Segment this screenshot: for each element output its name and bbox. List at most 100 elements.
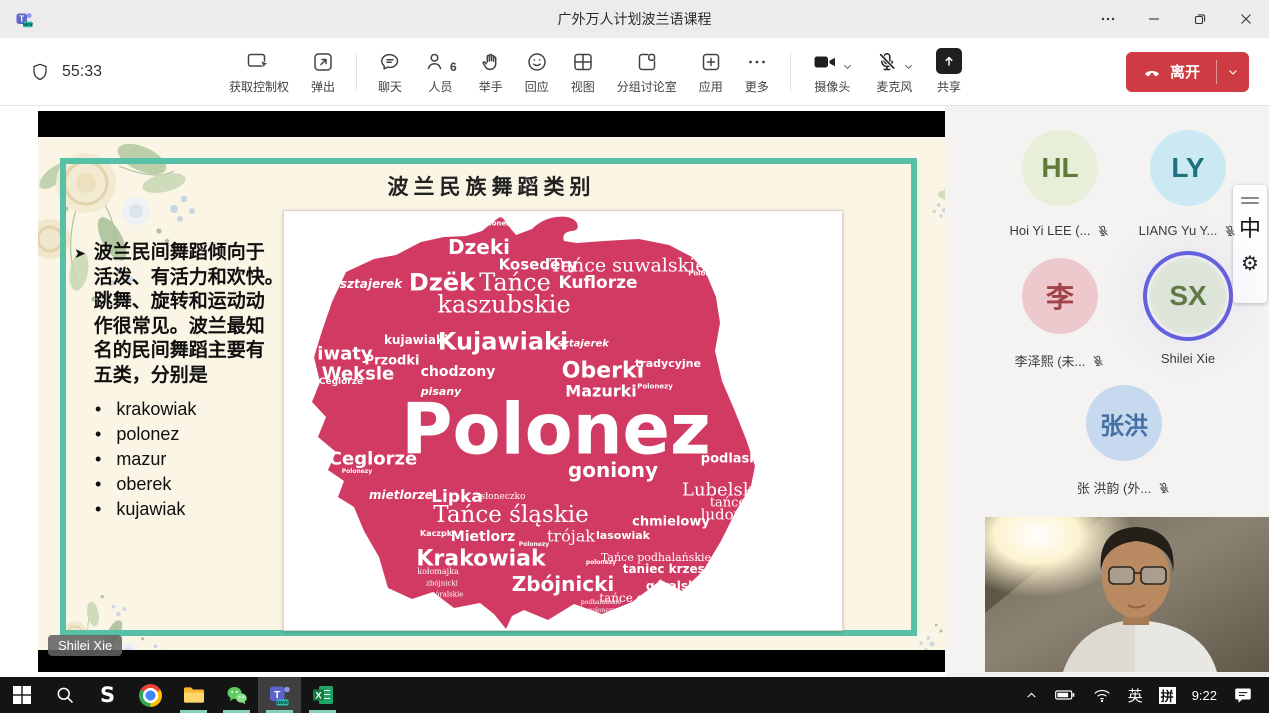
mic-muted-icon: [875, 50, 899, 74]
toolbar-buttons: 获取控制权 弹出 聊天 6人员举手 回应 视图 分组讨论室应用更多 摄像头麦克风 共享: [218, 43, 973, 100]
more-button[interactable]: 更多: [734, 43, 780, 100]
wordcloud-word: zbójnicki: [426, 579, 458, 587]
participant-tile[interactable]: SXShilei Xie: [1113, 258, 1263, 366]
taskbar-wechat-icon[interactable]: [215, 677, 258, 713]
participant-name: 张 洪韵 (外...: [1077, 478, 1151, 497]
grid-label: 视图: [571, 78, 595, 95]
wordcloud-word: Tańce śląskie: [433, 502, 588, 528]
meeting-timer: 55:33: [30, 61, 148, 83]
mic-muted-icon: [1091, 354, 1105, 368]
mic-muted-icon: [1157, 481, 1171, 495]
wordcloud-word: lasowiak: [596, 529, 651, 542]
paragraph-line: 跳舞、旋转和运动动: [94, 290, 284, 315]
restore-button[interactable]: [1177, 0, 1223, 38]
people-button[interactable]: 6人员: [413, 43, 468, 100]
mic-muted-button[interactable]: 麦克风: [864, 43, 925, 100]
leave-button[interactable]: 离开: [1126, 52, 1249, 92]
dance-bullet-item: polonez: [95, 422, 196, 447]
more-label: 更多: [745, 78, 769, 95]
wordcloud-word: Polonezy: [688, 269, 724, 277]
dance-bullet-item: krakowiak: [95, 397, 196, 422]
svg-text:NEW: NEW: [277, 700, 288, 705]
ime-mode-indicator[interactable]: 拼: [1159, 687, 1176, 704]
popout-icon: [311, 50, 335, 74]
presenter-name-chip: Shilei Xie: [48, 635, 122, 656]
taskbar-teams-icon[interactable]: TNEW: [258, 677, 301, 713]
smiley-button[interactable]: 回应: [514, 43, 560, 100]
apps-icon: [699, 50, 723, 74]
window-title: 广外万人计划波兰语课程: [0, 9, 1269, 29]
poland-wordcloud-box: PolonezyDzekiKosederyTańce suwalskieDzëk…: [283, 210, 843, 631]
titlebar-more-button[interactable]: [1085, 0, 1131, 38]
battery-icon[interactable]: [1054, 687, 1076, 703]
taskbar-s-app-icon[interactable]: S: [86, 677, 129, 713]
wordcloud-word: góralskie: [431, 590, 464, 598]
wordcloud-word: podhalańskie: [581, 599, 622, 606]
screen-control-button[interactable]: 获取控制权: [218, 43, 300, 100]
camera-options-chevron[interactable]: [842, 61, 853, 72]
chat-label: 聊天: [378, 78, 402, 95]
minimize-button[interactable]: [1131, 0, 1177, 38]
wordcloud-word: Ceglorze: [319, 377, 363, 387]
smiley-label: 回应: [525, 78, 549, 95]
avatar: 张洪: [1086, 385, 1162, 461]
taskbar-excel-icon[interactable]: X: [301, 677, 344, 713]
presentation-slide: 波兰民族舞蹈类别 ➤ 波兰民间舞蹈倾向于活泼、有活力和欢快。跳舞、旋转和运动动作…: [38, 137, 945, 650]
wordcloud-word: trójak: [547, 527, 595, 546]
mic-muted-options-chevron[interactable]: [903, 61, 914, 72]
hand-label: 举手: [479, 78, 503, 95]
meeting-toolbar: 55:33 获取控制权 弹出 聊天 6人员举手 回应 视图 分组讨论室应用更多 摄像头麦克风 共…: [0, 38, 1269, 106]
taskbar-clock[interactable]: 9:22: [1192, 688, 1217, 703]
self-video-tile[interactable]: [985, 517, 1269, 672]
grid-icon: [571, 50, 595, 74]
people-count-badge: 6: [450, 60, 457, 74]
leave-options-chevron[interactable]: [1217, 52, 1249, 92]
slide-paragraph: ➤ 波兰民间舞蹈倾向于活泼、有活力和欢快。跳舞、旋转和运动动作很常见。波兰最知名…: [74, 241, 284, 389]
participant-tile[interactable]: 张洪张 洪韵 (外...: [1049, 385, 1199, 497]
share-label: 共享: [937, 78, 961, 95]
wordcloud-word: Polonezy: [479, 219, 515, 227]
wordcloud-word: kaszubskie: [437, 290, 570, 318]
hand-button[interactable]: 举手: [468, 43, 514, 100]
chat-button[interactable]: 聊天: [367, 43, 413, 100]
popout-label: 弹出: [311, 78, 335, 95]
rooms-label: 分组讨论室: [617, 78, 677, 95]
share-button[interactable]: 共享: [925, 43, 973, 100]
wordcloud-word: Kaczpk: [420, 529, 453, 538]
poland-map: PolonezyDzekiKosederyTańce suwalskieDzëk…: [284, 211, 844, 632]
wordcloud-word: goniony: [568, 458, 658, 482]
camera-button[interactable]: 摄像头: [801, 43, 864, 100]
taskbar-search-icon[interactable]: [43, 677, 86, 713]
apps-button[interactable]: 应用: [688, 43, 734, 100]
rooms-icon: [635, 50, 659, 74]
share-icon: [936, 48, 962, 74]
timer-value: 55:33: [62, 63, 102, 81]
taskbar-explorer-icon[interactable]: [172, 677, 215, 713]
taskbar-start-icon[interactable]: [0, 677, 43, 713]
screen-control-label: 获取控制权: [229, 78, 289, 95]
camera-icon: [812, 50, 838, 74]
wifi-icon[interactable]: [1092, 687, 1112, 703]
wordcloud-word: Polonezy: [342, 468, 373, 475]
mic-muted-label: 麦克风: [876, 78, 912, 95]
paragraph-line: 波兰民间舞蹈倾向于: [94, 241, 284, 266]
notification-icon[interactable]: [1233, 686, 1253, 704]
smiley-icon: [525, 50, 549, 74]
paragraph-line: 五类，分别是: [94, 364, 284, 389]
close-button[interactable]: [1223, 0, 1269, 38]
wordcloud-word: Ceglorze: [329, 448, 417, 469]
popout-button[interactable]: 弹出: [300, 43, 346, 100]
paragraph-arrow-marker: ➤: [74, 245, 86, 389]
taskbar-apps: S TNEW X: [0, 677, 344, 713]
toolbar-separator: [790, 53, 791, 91]
rooms-button[interactable]: 分组讨论室: [606, 43, 688, 100]
wordcloud-word: chmielowy: [632, 515, 710, 530]
grid-button[interactable]: 视图: [560, 43, 606, 100]
svg-text:X: X: [315, 690, 322, 701]
wordcloud-word: sztajerek: [340, 277, 403, 291]
input-language-indicator[interactable]: 英: [1128, 685, 1143, 706]
slide-title: 波兰民族舞蹈类别: [38, 171, 945, 201]
participant-name: 李泽熙 (未...: [1015, 351, 1086, 370]
tray-chevron-up-icon[interactable]: [1025, 689, 1038, 702]
taskbar-chrome-icon[interactable]: [129, 677, 172, 713]
